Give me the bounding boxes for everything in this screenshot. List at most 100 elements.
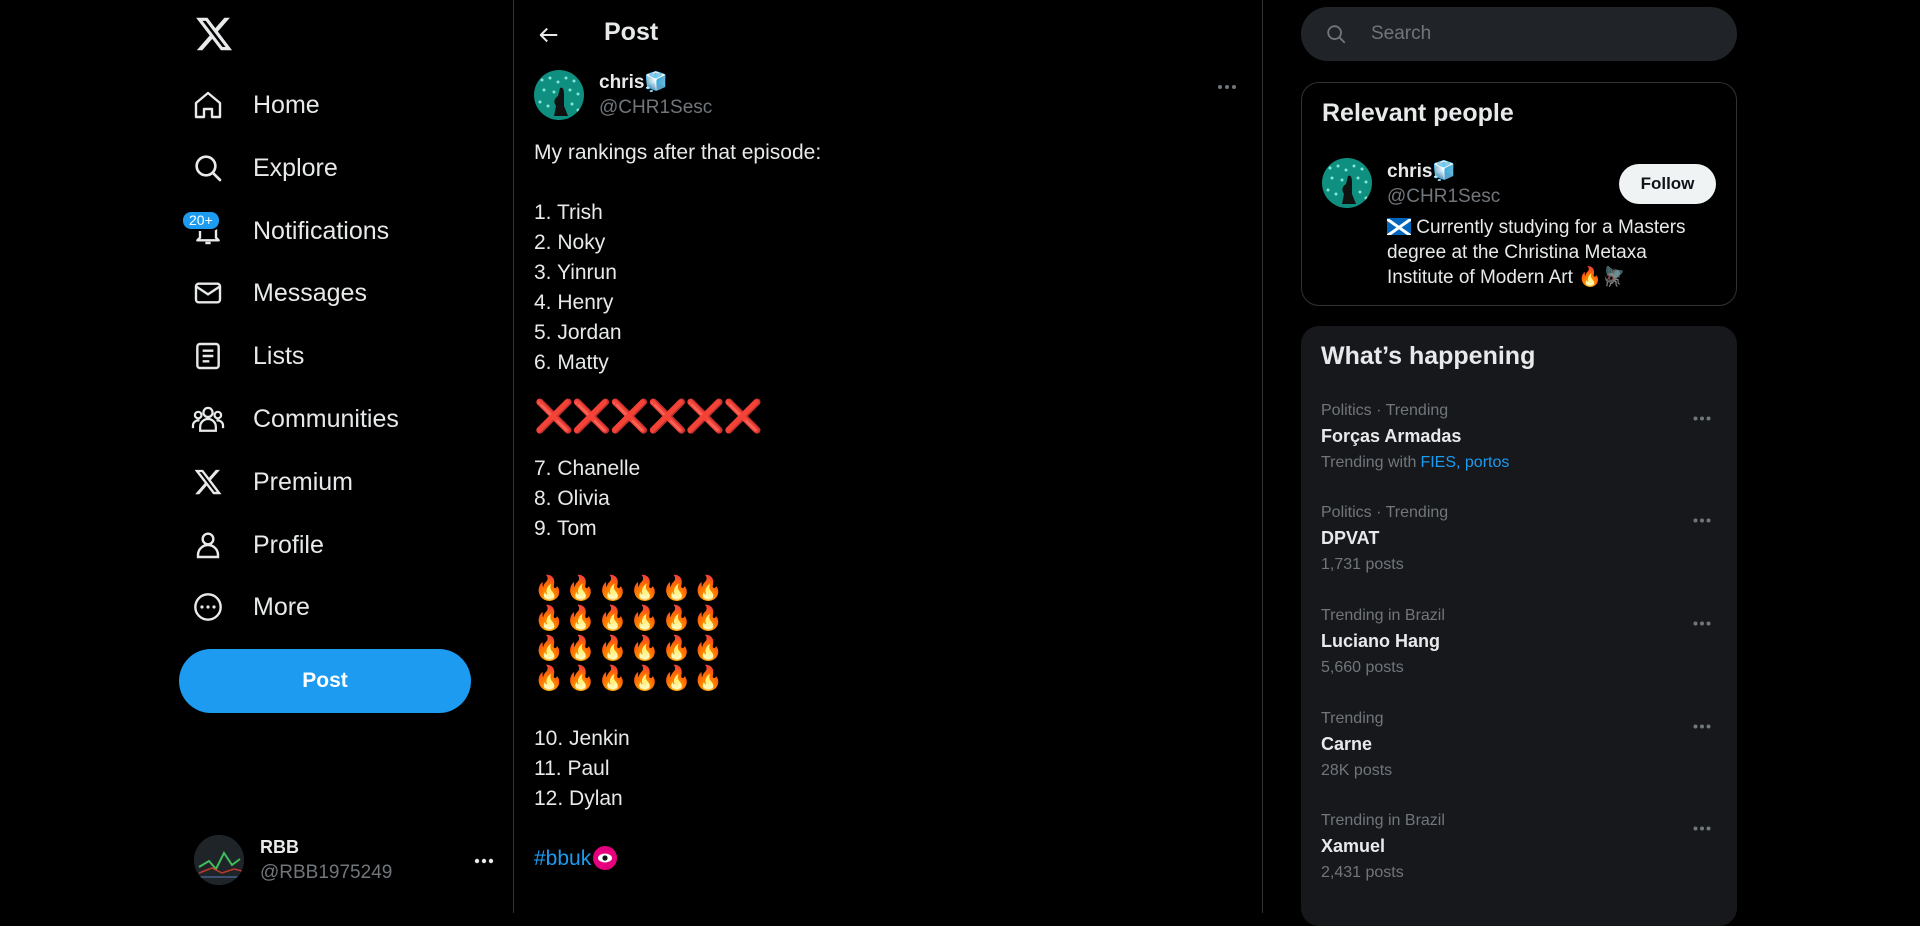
author-handle: @CHR1Sesc [599,97,713,118]
more-icon[interactable] [1687,510,1717,530]
trend-count: 1,731 posts [1321,556,1404,573]
account-switcher[interactable]: RBB @RBB1975249 [194,832,499,888]
fire-emojis-row: 🔥🔥🔥🔥🔥🔥 [534,635,726,662]
relevant-bio-text: Currently studying for a Masters degree … [1387,217,1686,288]
author-name: chris🧊 [599,72,669,93]
ranking-item: 7. Chanelle [534,457,641,480]
trend-title: Forças Armadas [1321,426,1462,446]
relevant-avatar[interactable] [1322,158,1372,208]
nav-home[interactable]: Home [191,77,320,133]
ranking-item: 3. Yinrun [534,261,617,284]
post-detail: Post chris🧊 @CHR1Sesc My rankings after … [514,0,1262,913]
post-intro: My rankings after that episode: [534,141,822,164]
x-logo-icon [191,465,225,499]
trend-title: Xamuel [1321,836,1386,856]
ranking-item: 11. Paul [534,757,610,780]
post-button[interactable]: Post [179,649,471,713]
more-icon[interactable] [1687,408,1717,428]
trend-context: Politics · Trending [1321,402,1449,419]
search-input[interactable]: Search [1301,7,1737,61]
home-icon [191,88,225,122]
nav-messages-label: Messages [253,278,367,307]
nav-lists[interactable]: Lists [191,328,304,384]
search-icon [1325,23,1347,45]
nav-explore-label: Explore [253,153,338,182]
search-placeholder: Search [1371,23,1432,44]
account-handle: @RBB1975249 [260,861,393,883]
trend-item[interactable]: Trending in Brazil Luciano Hang 5,660 po… [1321,607,1717,707]
whats-happening-panel: What’s happening Politics · Trending For… [1301,326,1737,926]
nav-communities[interactable]: Communities [191,391,399,447]
post-text: My rankings after that episode: 1. Trish… [534,138,821,874]
trend-item[interactable]: Politics · Trending DPVAT 1,731 posts [1321,504,1717,604]
ranking-item: 6. Matty [534,351,609,374]
nav-messages[interactable]: Messages [191,265,367,321]
x-logo-icon[interactable] [194,14,234,54]
ranking-item: 4. Henry [534,291,614,314]
relevant-name[interactable]: chris🧊 [1387,159,1456,183]
trend-context: Trending in Brazil [1321,812,1445,829]
trend-title: DPVAT [1321,528,1380,548]
more-icon[interactable] [1687,716,1717,736]
trend-context: Politics · Trending [1321,504,1449,521]
nav-profile[interactable]: Profile [191,517,324,573]
trend-item[interactable]: Politics · Trending Forças Armadas Trend… [1321,402,1717,502]
trend-title: Carne [1321,734,1373,754]
more-icon[interactable] [1687,818,1717,838]
trend-item[interactable]: Trending Carne 28K posts [1321,710,1717,810]
nav-premium-label: Premium [253,467,354,496]
more-icon[interactable] [1210,72,1244,102]
account-name: RBB [260,836,299,857]
trend-count: 28K posts [1321,762,1393,779]
ranking-item: 10. Jenkin [534,727,630,750]
trend-links[interactable]: FIES, portos [1420,454,1509,471]
ranking-item: 9. Tom [534,517,597,540]
nav-more-label: More [253,592,310,621]
cross-emojis: ❌❌❌❌❌❌ [534,398,763,434]
ranking-item: 8. Olivia [534,487,610,510]
nav-lists-label: Lists [253,341,305,370]
more-circle-icon [191,590,225,624]
more-icon[interactable] [469,846,499,876]
fire-emojis-row: 🔥🔥🔥🔥🔥🔥 [534,575,726,602]
mail-icon [191,276,225,310]
nav-profile-label: Profile [253,530,324,559]
avatar [194,835,244,885]
ranking-item: 1. Trish [534,201,603,224]
nav-premium[interactable]: Premium [191,454,353,510]
fire-emojis-row: 🔥🔥🔥🔥🔥🔥 [534,665,726,692]
nav-explore[interactable]: Explore [191,140,338,196]
trend-item[interactable]: Trending in Brazil Xamuel 2,431 posts [1321,812,1717,912]
relevant-handle: @CHR1Sesc [1387,186,1501,207]
left-nav: Home Explore 20+ Notifications Messages … [179,0,513,913]
people-icon [191,402,225,436]
trend-with-label: Trending with [1321,454,1417,471]
back-arrow-icon[interactable] [532,18,566,52]
nav-home-label: Home [253,90,320,119]
big-brother-eye-icon [593,846,618,870]
author-avatar[interactable] [534,70,584,120]
search-icon [191,151,225,185]
more-icon[interactable] [1687,613,1717,633]
follow-button[interactable]: Follow [1619,164,1716,204]
nav-notifications-label: Notifications [253,216,390,245]
list-icon [191,339,225,373]
ranking-item: 5. Jordan [534,321,622,344]
bell-icon: 20+ [181,210,225,248]
trend-context: Trending [1321,710,1384,727]
ranking-item: 2. Noky [534,231,606,254]
panel-title: What’s happening [1321,342,1536,370]
fire-emojis-row: 🔥🔥🔥🔥🔥🔥 [534,605,726,632]
trend-title: Luciano Hang [1321,631,1441,651]
post-author[interactable]: chris🧊 @CHR1Sesc [534,70,712,120]
notifications-badge: 20+ [181,210,221,231]
person-icon [191,528,225,562]
relevant-bio: Currently studying for a Masters degree … [1387,215,1707,290]
panel-title: Relevant people [1322,99,1514,127]
hashtag-link[interactable]: #bbuk [534,847,591,870]
relevant-people-panel: Relevant people chris🧊 @CHR1Sesc Follow … [1301,82,1737,306]
nav-more[interactable]: More [191,579,310,635]
trend-context: Trending in Brazil [1321,607,1445,624]
trend-count: 2,431 posts [1321,864,1404,881]
nav-notifications[interactable]: 20+ Notifications [181,203,390,259]
